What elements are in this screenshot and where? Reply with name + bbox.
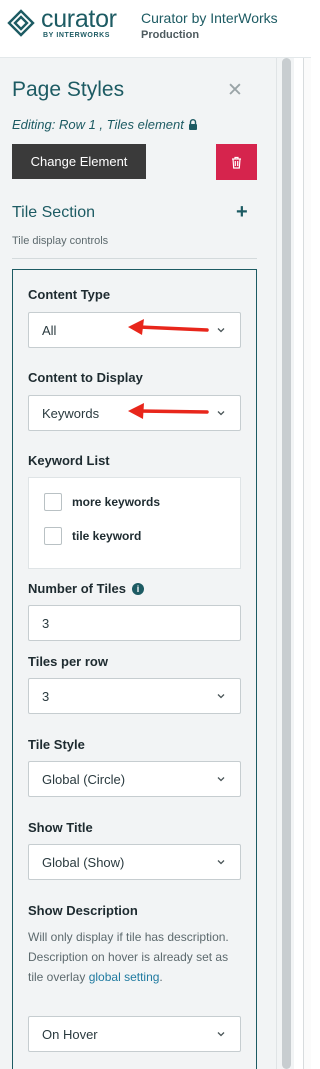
show-description-help: Will only display if tile has descriptio… <box>28 927 242 987</box>
tiles-per-row-label: Tiles per row <box>28 654 108 669</box>
section-title: Tile Section <box>12 204 95 221</box>
tiles-per-row-value: 3 <box>42 689 50 704</box>
show-description-select[interactable]: On Hover <box>28 1016 241 1052</box>
show-description-label: Show Description <box>28 903 138 918</box>
number-of-tiles-label: Number of Tiles i <box>28 581 145 596</box>
trash-icon <box>232 156 241 169</box>
tile-style-select[interactable]: Global (Circle) <box>28 761 241 797</box>
curator-logo-icon <box>7 9 35 37</box>
panel-title: Page Styles <box>12 78 125 101</box>
logo-wordmark: curator <box>41 5 117 33</box>
content-to-display-value: Keywords <box>42 406 100 421</box>
chevron-down-icon <box>217 411 225 416</box>
editing-info: Editing: Row 1 , Tiles element <box>12 117 198 132</box>
content-type-value: All <box>42 323 57 338</box>
show-title-select[interactable]: Global (Show) <box>28 844 241 880</box>
panel-scrollbar[interactable] <box>276 58 294 1069</box>
keyword-item[interactable]: more keywords <box>44 493 160 511</box>
tile-style-label: Tile Style <box>28 737 85 752</box>
content-type-label: Content Type <box>28 287 111 302</box>
delete-button[interactable] <box>216 144 257 180</box>
help-text-end: . <box>159 970 163 984</box>
content-to-display-label: Content to Display <box>28 370 143 385</box>
keyword-list: more keywords tile keyword <box>28 477 241 569</box>
show-description-value: On Hover <box>42 1027 98 1042</box>
plus-icon[interactable]: + <box>236 201 248 224</box>
chevron-down-icon <box>217 694 225 699</box>
keyword-checkbox[interactable] <box>44 493 62 511</box>
show-title-value: Global (Show) <box>42 855 125 870</box>
scrollbar-thumb[interactable] <box>282 58 291 1069</box>
site-title[interactable]: Curator by InterWorks <box>141 10 278 26</box>
keyword-item-label: tile keyword <box>72 529 142 543</box>
lock-icon <box>188 119 197 130</box>
section-subtitle: Tile display controls <box>12 235 109 247</box>
section-divider <box>12 258 257 259</box>
chevron-down-icon <box>217 860 225 865</box>
number-of-tiles-value: 3 <box>42 616 50 631</box>
keyword-list-label: Keyword List <box>28 453 110 468</box>
chevron-down-icon <box>217 777 225 782</box>
keyword-item-label: more keywords <box>72 495 161 509</box>
keyword-checkbox[interactable] <box>44 527 62 545</box>
tile-controls-box: Content Type All Content to Display Keyw… <box>12 269 257 1069</box>
tiles-per-row-select[interactable]: 3 <box>28 678 241 714</box>
number-of-tiles-text: Number of Tiles <box>28 581 127 596</box>
keyword-item[interactable]: tile keyword <box>44 527 141 545</box>
environment-label: Production <box>141 29 200 41</box>
page-canvas-edge <box>303 58 311 1069</box>
annotation-arrow-icon <box>128 319 209 335</box>
annotation-arrow-icon <box>128 403 209 419</box>
show-title-label: Show Title <box>28 820 93 835</box>
close-icon[interactable]: ✕ <box>227 79 243 102</box>
page-styles-panel: Page Styles ✕ Editing: Row 1 , Tiles ele… <box>0 58 276 1069</box>
global-setting-link[interactable]: global setting <box>89 970 160 984</box>
app-header: curator BY INTERWORKS Curator by InterWo… <box>0 0 311 58</box>
change-element-button[interactable]: Change Element <box>12 144 146 179</box>
tile-style-value: Global (Circle) <box>42 772 126 787</box>
editing-text: Editing: Row 1 , Tiles element <box>12 117 184 132</box>
chevron-down-icon <box>217 1032 225 1037</box>
info-icon[interactable]: i <box>132 583 145 595</box>
logo-subtitle: BY INTERWORKS <box>43 32 111 39</box>
number-of-tiles-input[interactable]: 3 <box>28 605 241 641</box>
chevron-down-icon <box>217 328 225 333</box>
